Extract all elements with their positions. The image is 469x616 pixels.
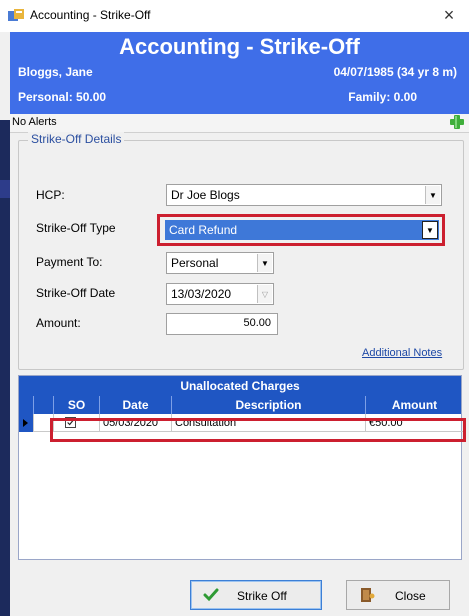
arrow-right-icon xyxy=(23,419,28,427)
left-side-marker xyxy=(0,180,10,198)
strike-off-type-select[interactable]: Card Refund ▼ xyxy=(165,220,439,240)
amount-field[interactable]: 50.00 xyxy=(166,313,278,335)
row-header-corner xyxy=(19,396,33,414)
strike-off-date-value: 13/03/2020 xyxy=(171,287,232,301)
close-label: Close xyxy=(395,589,426,603)
patient-header: Accounting - Strike-Off Bloggs, Jane 04/… xyxy=(10,32,469,114)
grid-caption: Unallocated Charges xyxy=(19,376,461,396)
app-icon xyxy=(8,9,24,21)
column-header-description[interactable]: Description xyxy=(171,396,365,414)
amount-label: Amount: xyxy=(36,316,81,330)
strike-off-label: Strike Off xyxy=(237,589,287,603)
checkmark-icon xyxy=(203,588,219,602)
personal-balance: Personal: 50.00 xyxy=(18,90,107,104)
window-title: Accounting - Strike-Off xyxy=(30,8,151,22)
payment-to-label: Payment To: xyxy=(36,255,103,269)
charge-row-highlight-box xyxy=(50,418,466,442)
chevron-down-icon[interactable]: ▽ xyxy=(257,285,272,303)
column-header-date[interactable]: Date xyxy=(99,396,171,414)
chevron-down-icon[interactable]: ▼ xyxy=(422,221,438,239)
strike-off-window: Accounting - Strike-Off × Accounting - S… xyxy=(0,0,469,616)
amount-value: 50.00 xyxy=(243,317,271,329)
strike-off-date-picker[interactable]: 13/03/2020 ▽ xyxy=(166,283,274,305)
alerts-text: No Alerts xyxy=(12,116,57,128)
page-title: Accounting - Strike-Off xyxy=(119,34,360,59)
title-bar: Accounting - Strike-Off × xyxy=(0,0,469,32)
strike-off-type-value: Card Refund xyxy=(169,223,238,237)
hcp-value: Dr Joe Blogs xyxy=(171,188,240,202)
hcp-label: HCP: xyxy=(36,188,65,202)
alerts-bar: No Alerts xyxy=(10,114,469,133)
plus-icon[interactable] xyxy=(449,114,465,130)
strike-off-date-label: Strike-Off Date xyxy=(36,286,116,300)
close-window-icon[interactable]: × xyxy=(439,4,459,26)
column-header-amount[interactable]: Amount xyxy=(365,396,463,414)
patient-name: Bloggs, Jane xyxy=(18,65,93,79)
payment-to-value: Personal xyxy=(171,256,219,270)
door-exit-icon xyxy=(361,588,375,602)
group-legend: Strike-Off Details xyxy=(28,132,125,146)
hcp-select[interactable]: Dr Joe Blogs ▼ xyxy=(166,184,442,206)
family-balance: Family: 0.00 xyxy=(348,90,417,104)
current-row-indicator xyxy=(19,414,33,432)
patient-dob: 04/07/1985 (34 yr 8 m) xyxy=(333,65,457,79)
strike-off-type-label: Strike-Off Type xyxy=(36,221,116,235)
spacer-column-header xyxy=(33,396,53,414)
payment-to-select[interactable]: Personal ▼ xyxy=(166,252,274,274)
chevron-down-icon[interactable]: ▼ xyxy=(257,254,272,272)
grid-header-row: SO Date Description Amount xyxy=(19,396,461,414)
close-button[interactable]: Close xyxy=(346,580,450,610)
unallocated-charges-grid: Unallocated Charges SO Date Description … xyxy=(18,375,463,560)
additional-notes-link[interactable]: Additional Notes xyxy=(362,347,442,359)
strike-off-button[interactable]: Strike Off xyxy=(190,580,322,610)
chevron-down-icon[interactable]: ▼ xyxy=(425,186,440,204)
column-header-so[interactable]: SO xyxy=(53,396,99,414)
